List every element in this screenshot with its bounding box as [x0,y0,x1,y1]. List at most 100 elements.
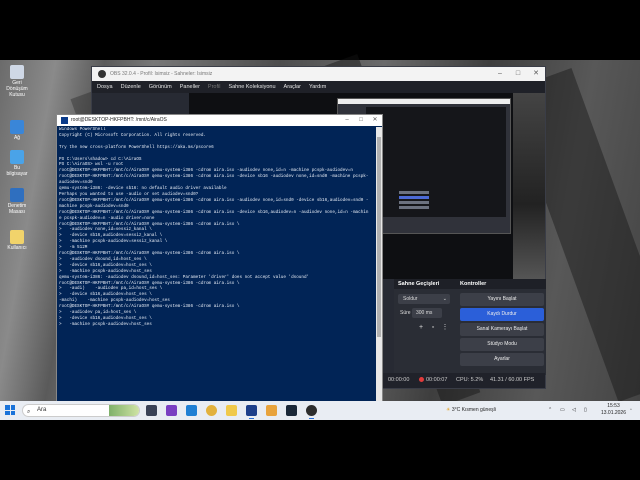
search-icon: ⌕ [27,409,31,415]
weather-icon: ☀ [446,407,451,413]
terminal-line: root@DESKTOP-HKFPBHT:/mnt/c/AiraOS# qemu… [59,209,369,215]
minimize-icon[interactable]: – [340,115,354,126]
clock-time: 15:53 [607,403,620,409]
stop-recording-button[interactable]: Kaydı Durdur [460,308,544,321]
menu-file[interactable]: Dosya [97,81,113,93]
menu-scene-collection[interactable]: Sahne Koleksiyonu [228,81,275,93]
powershell-icon [61,117,68,124]
weather-text: 3°C Kısmen güneşli [451,407,496,413]
record-dot-icon [419,377,424,383]
search-placeholder: Ara [37,407,47,413]
transition-selected: Soldur [403,296,418,302]
powershell-taskbar-icon[interactable] [246,405,257,419]
clock-date: 13.01.2026 [600,410,626,416]
desktop-icon-label: Ağ [13,135,21,141]
duration-input[interactable]: 300 ms [412,308,442,318]
chevron-down-icon: ⌄ [442,296,447,302]
computer-icon [10,150,24,164]
transition-select[interactable]: Soldur ⌄ [398,294,450,304]
close-icon[interactable]: ✕ [527,67,545,81]
weather-widget[interactable]: ☀ 3°C Kısmen güneşli [446,401,496,420]
obs-taskbar-icon[interactable] [306,405,317,419]
obs-titlebar[interactable]: OBS 32.0.4 - Profil: Isimsiz - Sahneler:… [92,67,545,81]
studio-mode-button[interactable]: Stüdyo Modu [460,338,544,351]
terminal-output[interactable]: Windows PowerShell Copyright (C) Microsof… [58,127,375,404]
recording-indicator: 00:00:07 [419,373,447,388]
obs-logo-icon [98,70,106,78]
maximize-icon[interactable]: □ [354,115,368,126]
stream-time: 00:00:00 [388,377,410,383]
desktop-icon-label: Kullanıcı [7,245,27,251]
desktop-icon-control-panel[interactable]: Denetim Masası [4,188,30,215]
controls-header: Kontroller [456,279,546,289]
menu-tools[interactable]: Araçlar [284,81,301,93]
desktop-icon-label: Denetim Masası [7,203,27,215]
settings-button[interactable]: Ayarlar [460,353,544,366]
obs-menubar: Dosya Düzenle Görünüm Paneller Profil Sa… [92,81,545,93]
screen: Geri Dönüşüm Kutusu Ağ Bu bilgisayar Den… [0,0,640,480]
transitions-dock: Sahne Geçişleri Soldur ⌄ Süre 300 ms + ▫… [394,279,456,375]
letterbox-bottom [0,420,640,480]
start-virtual-camera-button[interactable]: Sanal Kamerayı Başlat [460,323,544,336]
preview-background [513,93,545,279]
volume-icon[interactable]: ◁ [572,401,576,420]
preview-row [399,206,429,209]
sublime-text-icon[interactable] [266,405,277,416]
menu-view[interactable]: Görünüm [149,81,172,93]
control-panel-icon [10,188,24,202]
vscode-icon[interactable] [186,405,197,416]
transitions-header: Sahne Geçişleri [394,279,456,289]
steam-icon[interactable] [286,405,297,416]
close-icon[interactable]: ✕ [368,115,382,126]
terminal-line: root@DESKTOP-HKFPBHT:/mnt/c/AiraOS# qemu… [59,174,369,180]
menu-profile[interactable]: Profil [208,81,221,93]
scrollbar-thumb[interactable] [377,137,381,337]
menu-docks[interactable]: Paneller [180,81,200,93]
cpu-usage: CPU: 5.2% [456,377,484,383]
add-transition-icon[interactable]: + [416,323,426,333]
fps-readout: 41.31 / 60.00 FPS [490,377,535,383]
tray-chevron-icon[interactable]: ⌃ [548,401,552,420]
remove-transition-icon[interactable]: ▫ [428,323,438,333]
task-view-icon[interactable] [146,405,157,416]
preview-capture-canvas [366,107,506,217]
desktop-icon-user[interactable]: Kullanıcı [4,230,30,251]
desktop-icon-label: Geri Dönüşüm Kutusu [6,80,28,98]
chrome-icon[interactable] [206,405,217,416]
letterbox-top [0,0,640,60]
desktop-icon-recycle-bin[interactable]: Geri Dönüşüm Kutusu [4,65,30,98]
terminal-line: root@DESKTOP-HKFPBHT:/mnt/c/AiraOS# qemu… [59,197,369,203]
desktop-icon-this-pc[interactable]: Bu bilgisayar [4,150,30,177]
folder-icon [10,230,24,244]
powershell-title: root@DESKTOP-HKFPBHT: /mnt/c/AiraOS [71,117,167,123]
taskbar: ⌕ Ara ☀ 3°C Kısmen güneşli ⌃ ▭ ◁ ▯ 15:53… [0,401,640,420]
minimize-icon[interactable]: – [491,67,509,81]
file-explorer-icon[interactable] [226,405,237,416]
powershell-titlebar[interactable]: root@DESKTOP-HKFPBHT: /mnt/c/AiraOS – □ … [57,115,382,126]
taskbar-clock[interactable]: 15:53 13.01.2026 [601,403,626,417]
controls-dock: Kontroller Yayını Başlat Kaydı Durdur Sa… [456,279,546,375]
recycle-bin-icon [10,65,24,79]
network-icon [10,120,24,134]
desktop-icon-network[interactable]: Ağ [4,120,30,141]
recording-time: 00:00:07 [426,377,448,383]
network-tray-icon[interactable]: ▭ [560,401,565,420]
search-highlight-image [109,405,139,416]
powershell-window: root@DESKTOP-HKFPBHT: /mnt/c/AiraOS – □ … [56,114,383,405]
notifications-icon[interactable]: ▫ [630,401,632,420]
obs-window-controls: – □ ✕ [491,67,545,81]
start-streaming-button[interactable]: Yayını Başlat [460,293,544,306]
menu-help[interactable]: Yardım [309,81,326,93]
maximize-icon[interactable]: □ [509,67,527,81]
windows-start-icon[interactable] [5,405,15,415]
taskbar-search[interactable]: ⌕ Ara [22,404,140,417]
more-options-icon[interactable]: ⋮ [440,323,450,333]
terminal-scrollbar[interactable] [376,127,382,404]
visual-studio-icon[interactable] [166,405,177,416]
duration-value: 300 ms [416,310,433,316]
duration-label: Süre [400,310,411,316]
menu-edit[interactable]: Düzenle [121,81,141,93]
battery-icon[interactable]: ▯ [584,401,587,420]
obs-title: OBS 32.0.4 - Profil: Isimsiz - Sahneler:… [110,71,213,77]
desktop-icon-label: Bu bilgisayar [6,165,28,177]
